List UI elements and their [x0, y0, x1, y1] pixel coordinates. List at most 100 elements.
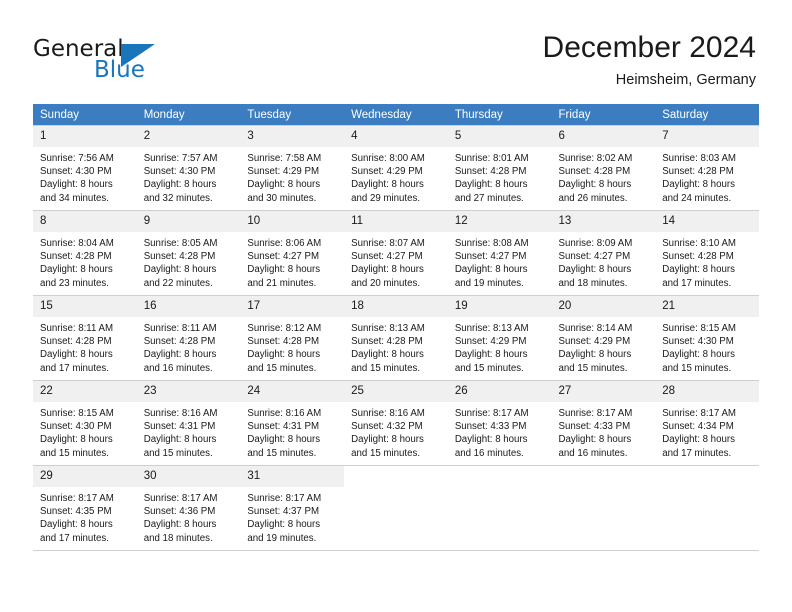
daylight-text-line2: and 16 minutes.: [454, 447, 524, 459]
day-sun-info: Sunrise: 8:13 AM Sunset: 4:29 PM Daylight:…: [448, 317, 552, 375]
day-sun-info: Sunrise: 8:00 AM Sunset: 4:29 PM Daylight:…: [344, 147, 448, 205]
calendar-day-cell[interactable]: 3 Sunrise: 7:58 AM Sunset: 4:29 PM Daylight…: [240, 125, 345, 211]
daylight-text-line1: Daylight: 8 hours: [40, 264, 113, 276]
calendar-day-cell[interactable]: 27 Sunrise: 8:17 AM Sunset: 4:33 PM Dayligh…: [551, 380, 656, 466]
day-number: [552, 466, 656, 487]
day-cell-inner: 20 Sunrise: 8:14 AM Sunset: 4:29 PM Dayligh…: [551, 296, 656, 380]
daylight-text-line1: Daylight: 8 hours: [558, 349, 632, 361]
day-number: 12: [447, 211, 552, 232]
sunset-text: Sunset: 4:31 PM: [143, 421, 216, 433]
daylight-text-line1: Daylight: 8 hours: [143, 179, 217, 191]
day-cell-inner: 2 Sunrise: 7:57 AM Sunset: 4:30 PM Daylight…: [136, 126, 241, 210]
calendar-day-cell[interactable]: 11 Sunrise: 8:07 AM Sunset: 4:27 PM Dayligh…: [344, 210, 448, 296]
day-number: 18: [344, 296, 448, 317]
calendar-day-cell[interactable]: 22 Sunrise: 8:15 AM Sunset: 4:30 PM Dayligh…: [33, 380, 137, 466]
daylight-text-line1: Daylight: 8 hours: [40, 434, 113, 446]
calendar-day-cell[interactable]: 15 Sunrise: 8:11 AM Sunset: 4:28 PM Dayligh…: [33, 295, 137, 381]
calendar-day-cell[interactable]: 10 Sunrise: 8:06 AM Sunset: 4:27 PM Dayligh…: [240, 210, 345, 296]
calendar-page: General Blue December 2024 Heimsheim, Ge…: [0, 0, 792, 612]
weekday-header-sunday: Sunday: [33, 104, 137, 126]
sunrise-text: Sunrise: 8:04 AM: [40, 238, 114, 249]
day-sun-info: Sunrise: 8:15 AM Sunset: 4:30 PM Daylight:…: [655, 317, 759, 375]
sunrise-text: Sunrise: 8:16 AM: [247, 408, 322, 419]
day-number: [448, 466, 552, 487]
daylight-text-line2: and 19 minutes.: [247, 532, 317, 544]
day-cell-inner: 14 Sunrise: 8:10 AM Sunset: 4:28 PM Dayligh…: [655, 211, 759, 295]
day-cell-inner: [552, 466, 656, 550]
calendar-day-cell[interactable]: 23 Sunrise: 8:16 AM Sunset: 4:31 PM Dayligh…: [136, 380, 241, 466]
sunrise-text: Sunrise: 8:14 AM: [558, 323, 633, 334]
calendar-day-cell[interactable]: 16 Sunrise: 8:11 AM Sunset: 4:28 PM Dayligh…: [136, 295, 241, 381]
page-title: December 2024: [542, 31, 756, 64]
day-number: [655, 466, 759, 487]
day-sun-info: Sunrise: 7:58 AM Sunset: 4:29 PM Daylight:…: [240, 147, 344, 205]
day-sun-info: [344, 487, 448, 492]
sunset-text: Sunset: 4:27 PM: [454, 251, 527, 263]
calendar-day-cell[interactable]: 2 Sunrise: 7:57 AM Sunset: 4:30 PM Daylight…: [136, 125, 241, 211]
calendar-day-cell[interactable]: 14 Sunrise: 8:10 AM Sunset: 4:28 PM Dayligh…: [655, 210, 759, 296]
daylight-text-line1: Daylight: 8 hours: [558, 179, 632, 191]
daylight-text-line2: and 20 minutes.: [351, 277, 421, 289]
calendar-day-cell[interactable]: 30 Sunrise: 8:17 AM Sunset: 4:36 PM Dayligh…: [136, 465, 241, 551]
calendar-day-cell[interactable]: 5 Sunrise: 8:01 AM Sunset: 4:28 PM Daylight…: [447, 125, 552, 211]
calendar-week-row: 22 Sunrise: 8:15 AM Sunset: 4:30 PM Dayligh…: [33, 380, 759, 466]
calendar-day-cell[interactable]: 29 Sunrise: 8:17 AM Sunset: 4:35 PM Dayligh…: [33, 465, 137, 551]
day-number: 6: [551, 126, 656, 147]
daylight-text-line2: and 24 minutes.: [662, 192, 732, 204]
daylight-text-line1: Daylight: 8 hours: [351, 434, 424, 446]
day-number: 22: [33, 381, 137, 402]
calendar-day-cell[interactable]: 8 Sunrise: 8:04 AM Sunset: 4:28 PM Daylight…: [33, 210, 137, 296]
day-sun-info: Sunrise: 8:02 AM Sunset: 4:28 PM Daylight:…: [552, 147, 656, 205]
day-sun-info: Sunrise: 8:06 AM Sunset: 4:27 PM Daylight:…: [240, 232, 344, 290]
day-cell-inner: 1 Sunrise: 7:56 AM Sunset: 4:30 PM Daylight…: [33, 126, 137, 210]
day-cell-inner: 16 Sunrise: 8:11 AM Sunset: 4:28 PM Dayligh…: [136, 296, 241, 380]
day-cell-inner: 3 Sunrise: 7:58 AM Sunset: 4:29 PM Daylight…: [240, 126, 345, 210]
sunrise-text: Sunrise: 8:06 AM: [247, 238, 322, 249]
calendar-day-cell[interactable]: 1 Sunrise: 7:56 AM Sunset: 4:30 PM Daylight…: [33, 125, 137, 211]
day-cell-inner: 13 Sunrise: 8:09 AM Sunset: 4:27 PM Dayligh…: [551, 211, 656, 295]
general-blue-logo[interactable]: General Blue: [33, 36, 233, 88]
day-sun-info: [552, 487, 656, 492]
daylight-text-line1: Daylight: 8 hours: [40, 349, 113, 361]
sunset-text: Sunset: 4:34 PM: [662, 421, 734, 433]
calendar-day-cell[interactable]: 7 Sunrise: 8:03 AM Sunset: 4:28 PM Daylight…: [655, 125, 759, 211]
calendar-day-cell[interactable]: 4 Sunrise: 8:00 AM Sunset: 4:29 PM Daylight…: [344, 125, 448, 211]
calendar-day-cell[interactable]: 26 Sunrise: 8:17 AM Sunset: 4:33 PM Dayligh…: [447, 380, 552, 466]
calendar-day-cell[interactable]: 31 Sunrise: 8:17 AM Sunset: 4:37 PM Dayligh…: [240, 465, 345, 551]
day-cell-inner: 15 Sunrise: 8:11 AM Sunset: 4:28 PM Dayligh…: [33, 296, 137, 380]
calendar-day-cell[interactable]: 13 Sunrise: 8:09 AM Sunset: 4:27 PM Dayligh…: [551, 210, 656, 296]
calendar-day-cell[interactable]: 18 Sunrise: 8:13 AM Sunset: 4:28 PM Dayligh…: [344, 295, 448, 381]
day-cell-inner: 8 Sunrise: 8:04 AM Sunset: 4:28 PM Daylight…: [33, 211, 137, 295]
calendar-day-cell[interactable]: 21 Sunrise: 8:15 AM Sunset: 4:30 PM Dayligh…: [655, 295, 759, 381]
sunset-text: Sunset: 4:33 PM: [558, 421, 631, 433]
day-number: 25: [344, 381, 448, 402]
sunrise-text: Sunrise: 8:08 AM: [454, 238, 529, 249]
calendar-day-cell[interactable]: 9 Sunrise: 8:05 AM Sunset: 4:28 PM Daylight…: [136, 210, 241, 296]
daylight-text-line2: and 16 minutes.: [143, 362, 213, 374]
calendar-week-row: 29 Sunrise: 8:17 AM Sunset: 4:35 PM Dayligh…: [33, 465, 759, 551]
calendar-day-cell[interactable]: 17 Sunrise: 8:12 AM Sunset: 4:28 PM Dayligh…: [240, 295, 345, 381]
sunset-text: Sunset: 4:29 PM: [454, 336, 527, 348]
sunset-text: Sunset: 4:29 PM: [351, 166, 423, 178]
day-number: 30: [136, 466, 241, 487]
sunset-text: Sunset: 4:28 PM: [662, 251, 734, 263]
day-number: 26: [447, 381, 552, 402]
calendar-day-cell[interactable]: 6 Sunrise: 8:02 AM Sunset: 4:28 PM Daylight…: [551, 125, 656, 211]
day-number: 16: [136, 296, 241, 317]
calendar-day-cell[interactable]: 28 Sunrise: 8:17 AM Sunset: 4:34 PM Dayligh…: [655, 380, 759, 466]
calendar-day-cell-empty: [655, 465, 759, 551]
calendar-day-cell[interactable]: 25 Sunrise: 8:16 AM Sunset: 4:32 PM Dayligh…: [344, 380, 448, 466]
sunset-text: Sunset: 4:37 PM: [247, 506, 320, 518]
day-number: 13: [551, 211, 656, 232]
day-sun-info: Sunrise: 8:17 AM Sunset: 4:35 PM Daylight:…: [33, 487, 137, 545]
day-sun-info: Sunrise: 8:12 AM Sunset: 4:28 PM Daylight:…: [240, 317, 344, 375]
day-sun-info: Sunrise: 8:17 AM Sunset: 4:37 PM Daylight:…: [240, 487, 344, 545]
calendar-day-cell[interactable]: 20 Sunrise: 8:14 AM Sunset: 4:29 PM Dayligh…: [551, 295, 656, 381]
calendar-day-cell[interactable]: 12 Sunrise: 8:08 AM Sunset: 4:27 PM Dayligh…: [447, 210, 552, 296]
calendar-day-cell[interactable]: 19 Sunrise: 8:13 AM Sunset: 4:29 PM Dayligh…: [447, 295, 552, 381]
day-cell-inner: [448, 466, 552, 550]
day-cell-inner: 12 Sunrise: 8:08 AM Sunset: 4:27 PM Dayligh…: [447, 211, 552, 295]
calendar-day-cell[interactable]: 24 Sunrise: 8:16 AM Sunset: 4:31 PM Dayligh…: [240, 380, 345, 466]
day-sun-info: Sunrise: 8:14 AM Sunset: 4:29 PM Daylight:…: [552, 317, 656, 375]
day-number: 3: [240, 126, 345, 147]
